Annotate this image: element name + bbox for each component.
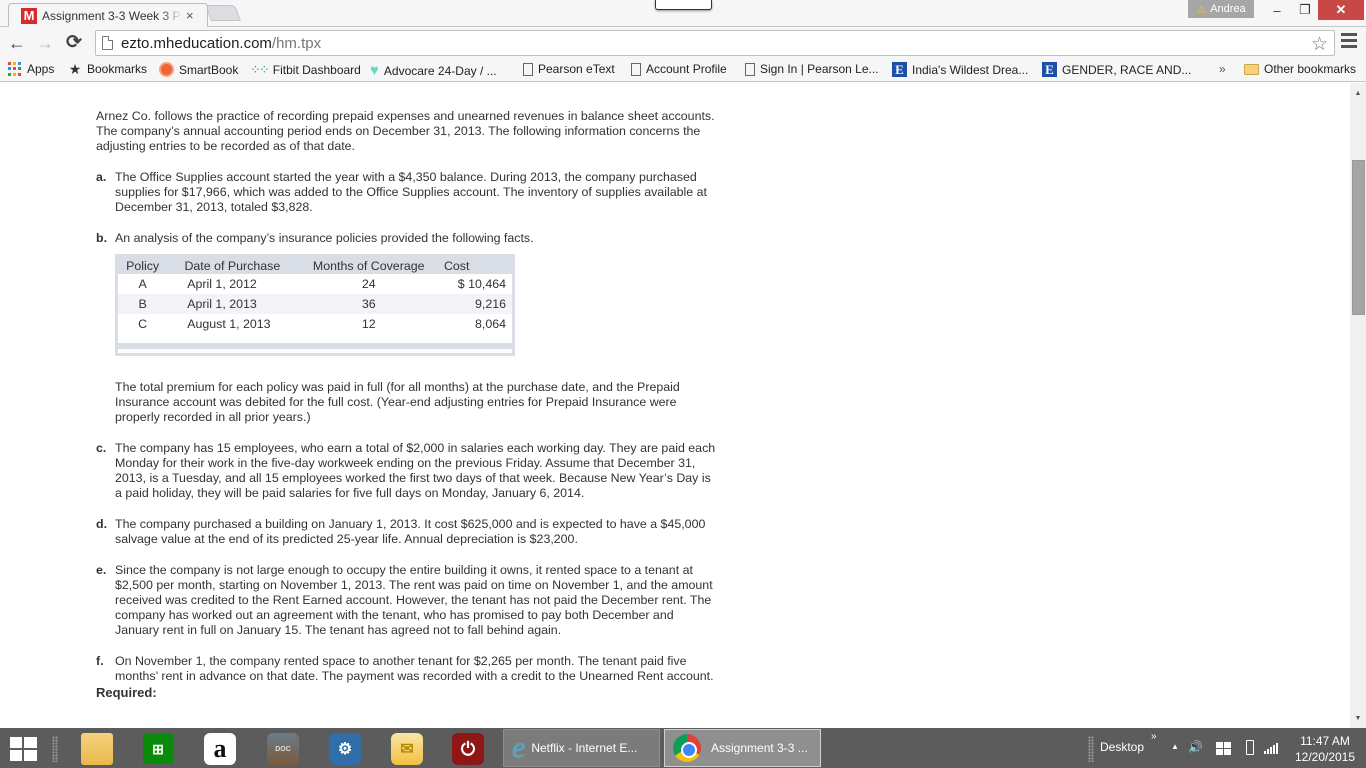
tab-title: Assignment 3-3 Week 3 Pr <box>42 8 182 23</box>
page-info-icon[interactable] <box>102 36 113 50</box>
chrome-icon <box>673 734 701 762</box>
e-icon: E <box>1042 62 1057 77</box>
e-icon: E <box>892 62 907 77</box>
item-e: e. Since the company is not large enough… <box>96 563 713 637</box>
address-bar[interactable]: ezto.mheducation.com/hm.tpx ☆ <box>95 30 1335 56</box>
system-clock[interactable]: 11:47 AM 12/20/2015 <box>1290 733 1360 765</box>
volume-icon[interactable]: 🔊 <box>1188 740 1203 754</box>
intro-paragraph: Arnez Co. follows the practice of record… <box>96 109 715 153</box>
mheducation-favicon-icon: M <box>21 7 37 24</box>
toolbar-overflow-icon[interactable]: » <box>1151 731 1157 742</box>
clock-time: 11:47 AM <box>1300 734 1350 748</box>
scroll-up-arrow-icon[interactable]: ▲ <box>1350 87 1366 101</box>
table-row: B April 1, 2013 36 9,216 <box>116 294 514 314</box>
bookmark-indias-wildest[interactable]: E India's Wildest Drea... <box>892 62 1028 77</box>
taskbar-window-assignment[interactable]: Assignment 3-3 ... <box>664 729 821 767</box>
problem-statement: Arnez Co. follows the practice of record… <box>96 109 716 700</box>
forward-arrow-icon[interactable]: → <box>34 32 56 54</box>
col-header-cost: Cost <box>439 255 514 274</box>
smartbook-icon <box>159 62 174 77</box>
url-path: /hm.tpx <box>271 34 322 52</box>
desktop-toolbar[interactable]: Desktop <box>1100 740 1144 754</box>
bookmark-gender-race[interactable]: E GENDER, RACE AND... <box>1042 62 1191 77</box>
apps-grid-icon <box>8 62 22 76</box>
item-a: a. The Office Supplies account started t… <box>96 170 707 214</box>
windows-start-icon[interactable] <box>10 737 38 761</box>
page-icon <box>745 62 755 76</box>
power-icon[interactable]: ⏻ <box>452 733 484 765</box>
table-row: A April 1, 2012 24 $ 10,464 <box>138 276 506 291</box>
tab-assignment[interactable]: M Assignment 3-3 Week 3 Pr × <box>8 3 208 27</box>
bookmark-pearson-signin[interactable]: Sign In | Pearson Le... <box>745 62 879 76</box>
star-icon: ★ <box>68 61 82 77</box>
action-center-icon[interactable] <box>1216 742 1231 755</box>
ie-icon: e <box>512 731 526 764</box>
bookmark-bookmarks[interactable]: ★ Bookmarks <box>68 62 147 76</box>
scrollbar-thumb[interactable] <box>1352 160 1365 315</box>
bookmark-smartbook[interactable]: SmartBook <box>159 62 238 77</box>
file-explorer-icon[interactable] <box>81 733 113 765</box>
col-header-policy: Policy <box>116 255 168 274</box>
bookmark-advocare[interactable]: ♥ Advocare 24-Day / ... <box>370 62 497 79</box>
page-content: Arnez Co. follows the practice of record… <box>0 83 1350 728</box>
back-arrow-icon[interactable]: ← <box>6 32 28 54</box>
bookmark-star-icon[interactable]: ☆ <box>1311 33 1328 56</box>
item-c: c. The company has 15 employees, who ear… <box>96 441 716 500</box>
col-header-months: Months of Coverage <box>297 255 440 274</box>
table-row: C August 1, 2013 12 8,064 <box>138 316 506 331</box>
desktop-toolbar-grip[interactable] <box>1088 736 1094 762</box>
settings-app-icon[interactable]: ⚙ <box>329 733 361 765</box>
required-heading: Required: <box>96 685 157 700</box>
browser-toolbar: ← → ⟳ ezto.mheducation.com/hm.tpx ☆ <box>0 27 1366 58</box>
new-tab-button[interactable] <box>205 5 241 21</box>
page-icon <box>523 62 533 76</box>
reload-icon[interactable]: ⟳ <box>63 32 85 54</box>
vertical-scrollbar[interactable]: ▲ ▼ <box>1350 83 1366 728</box>
restore-button[interactable]: ❐ <box>1292 0 1318 20</box>
close-window-button[interactable]: ✕ <box>1318 0 1364 20</box>
item-d: d. The company purchased a building on J… <box>96 517 706 546</box>
bookmark-account-profile[interactable]: Account Profile <box>631 62 727 76</box>
bookmark-fitbit[interactable]: ⁘⁘ Fitbit Dashboard <box>250 62 361 78</box>
profile-badge[interactable]: ⚠ Andrea <box>1188 0 1254 18</box>
taskbar-grip[interactable] <box>52 736 58 762</box>
col-header-date: Date of Purchase <box>167 255 298 274</box>
chrome-menu-icon[interactable] <box>1341 33 1357 51</box>
profile-name: Andrea <box>1210 3 1246 15</box>
folder-icon <box>1244 63 1259 75</box>
item-f: f. On November 1, the company rented spa… <box>96 654 714 683</box>
windows-store-icon[interactable]: ⊞ <box>143 734 173 764</box>
clock-date: 12/20/2015 <box>1294 750 1356 764</box>
insurance-policy-table: Policy Date of Purchase Months of Covera… <box>115 254 515 356</box>
item-b: b. An analysis of the company’s insuranc… <box>96 231 680 424</box>
bookmarks-overflow-icon[interactable]: » <box>1219 62 1226 76</box>
network-signal-icon[interactable] <box>1264 742 1278 754</box>
heart-icon: ♥ <box>370 62 379 79</box>
show-hidden-icons[interactable]: ▲ <box>1171 742 1179 751</box>
bookmark-apps[interactable]: Apps <box>8 62 54 76</box>
amazon-icon[interactable]: a <box>204 733 236 765</box>
outlook-icon[interactable]: ✉ <box>391 733 423 765</box>
warning-icon: ⚠ <box>1196 3 1207 16</box>
bookmark-pearson-etext[interactable]: Pearson eText <box>523 62 615 76</box>
bookmark-other[interactable]: Other bookmarks <box>1244 62 1356 76</box>
tab-close-icon[interactable]: × <box>186 8 194 23</box>
doc-app-icon[interactable]: DOC <box>267 733 299 765</box>
windows-taskbar: ⊞ a DOC ⚙ ✉ ⏻ e Netflix - Internet E... … <box>0 728 1366 768</box>
page-icon <box>631 62 641 76</box>
scroll-down-arrow-icon[interactable]: ▼ <box>1350 712 1366 726</box>
url-host: ezto.mheducation.com <box>121 34 272 52</box>
taskbar-window-netflix[interactable]: e Netflix - Internet E... <box>503 729 660 767</box>
bookmarks-bar: Apps ★ Bookmarks SmartBook ⁘⁘ Fitbit Das… <box>0 58 1366 82</box>
browser-titlebar: M Assignment 3-3 Week 3 Pr × ⚠ Andrea – … <box>0 0 1366 27</box>
minimize-button[interactable]: – <box>1264 0 1290 20</box>
battery-icon[interactable] <box>1246 740 1254 755</box>
fitbit-icon: ⁘⁘ <box>250 62 270 77</box>
window-title-grip <box>655 0 712 10</box>
